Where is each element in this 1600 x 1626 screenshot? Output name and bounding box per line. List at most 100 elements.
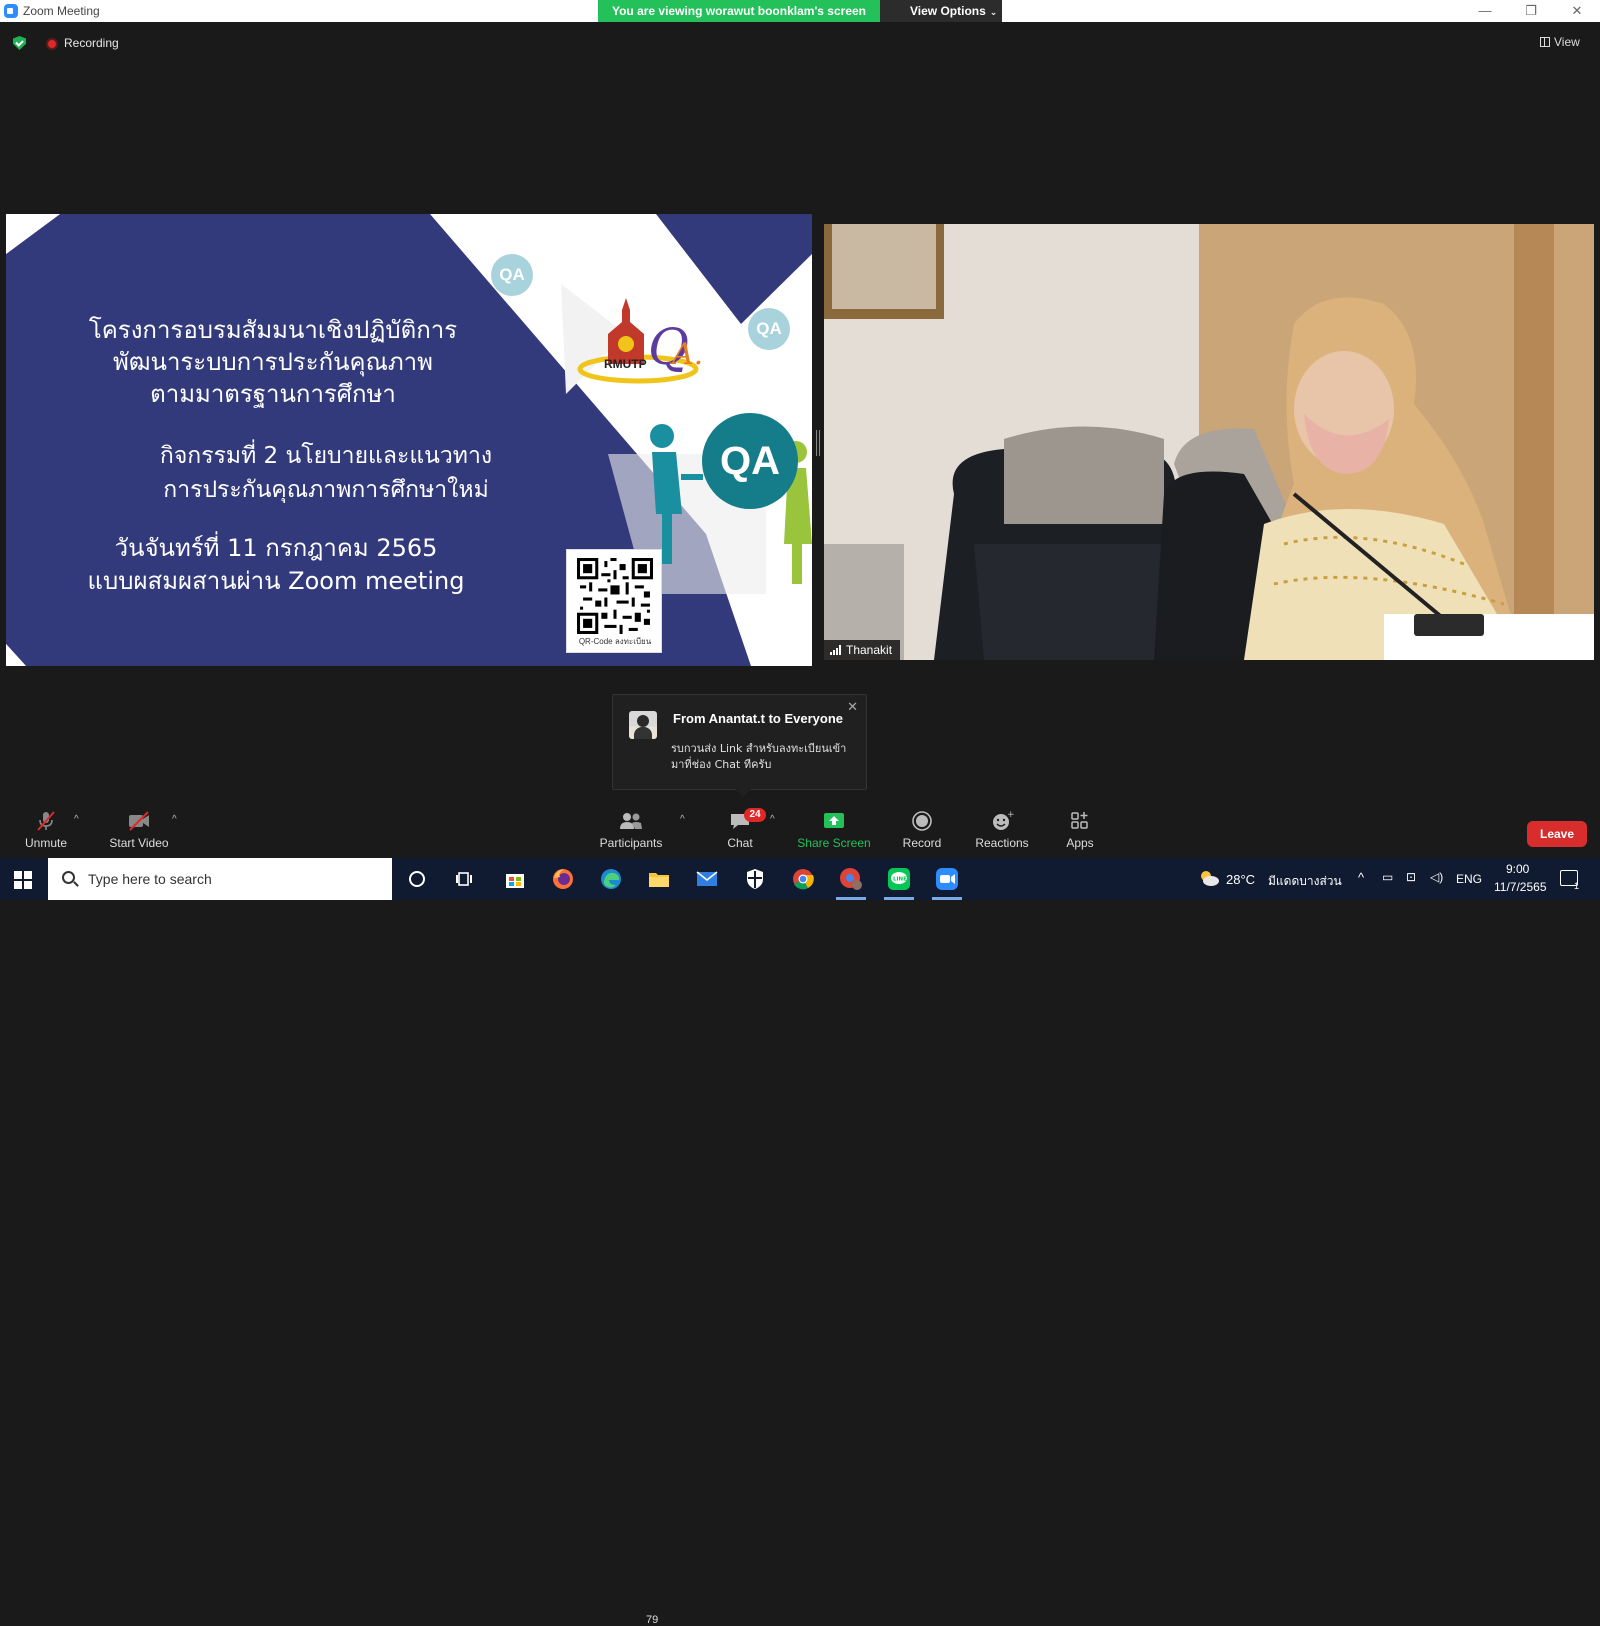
svg-text:LINE: LINE bbox=[893, 877, 907, 883]
unmute-label: Unmute bbox=[24, 836, 68, 850]
share-screen-icon bbox=[824, 813, 844, 828]
firefox-icon[interactable] bbox=[550, 866, 576, 892]
restore-button[interactable]: ❐ bbox=[1508, 0, 1554, 22]
qr-code-image bbox=[577, 558, 653, 634]
chat-unread-badge: 24 bbox=[744, 808, 766, 822]
video-off-icon bbox=[129, 811, 149, 831]
video-options-caret-icon[interactable]: ^ bbox=[172, 814, 177, 825]
slide-date-line: วันจันทร์ที่ 11 กรกฎาคม 2565 bbox=[114, 534, 438, 562]
participants-icon bbox=[620, 813, 642, 829]
registration-qr-code[interactable]: QR-Code ลงทะเบียน bbox=[566, 549, 662, 653]
signal-strength-icon bbox=[830, 645, 842, 655]
search-icon bbox=[62, 871, 75, 884]
slide-activity: กิจกรรมที่ 2 นโยบายและแนวทาง การประกันคุ… bbox=[126, 439, 526, 507]
qa-badge-large: QA bbox=[702, 413, 798, 509]
recording-label: Recording bbox=[64, 36, 119, 50]
shared-screen-slide: โครงการอบรมสัมมนาเชิงปฏิบัติการ พัฒนาระบ… bbox=[6, 214, 812, 666]
weather-partly-sunny-icon[interactable] bbox=[1198, 869, 1220, 887]
line-app-icon[interactable]: LINE bbox=[886, 866, 912, 892]
participants-label: Participants bbox=[599, 836, 663, 850]
recording-icon bbox=[46, 38, 58, 50]
edge-icon[interactable] bbox=[598, 866, 624, 892]
close-window-button[interactable]: ✕ bbox=[1554, 0, 1600, 22]
chat-notification-toast[interactable]: From Anantat.t to Everyone รบกวนส่ง Link… bbox=[612, 694, 867, 797]
participant-name: Thanakit bbox=[846, 643, 893, 657]
show-hidden-icons-chevron-icon[interactable]: ^ bbox=[1358, 870, 1364, 885]
search-placeholder: Type here to search bbox=[88, 871, 212, 887]
participant-video-feed bbox=[824, 224, 1594, 660]
windows-start-icon[interactable] bbox=[14, 871, 32, 889]
weather-description[interactable]: มีแดดบางส่วน bbox=[1268, 872, 1342, 891]
participants-options-caret-icon[interactable]: ^ bbox=[680, 814, 685, 825]
clock-time[interactable]: 9:00 bbox=[1506, 862, 1529, 876]
task-view-icon[interactable] bbox=[452, 866, 478, 892]
slide-title-line: โครงการอบรมสัมมนาเชิงปฏิบัติการ bbox=[88, 316, 458, 344]
start-video-label: Start Video bbox=[109, 836, 169, 850]
chat-label: Chat bbox=[727, 836, 753, 850]
grid-view-icon bbox=[1540, 37, 1550, 47]
participant-name-tag: Thanakit bbox=[824, 640, 901, 660]
volume-icon[interactable]: ◁) bbox=[1430, 870, 1443, 884]
leave-button[interactable]: Leave bbox=[1527, 821, 1587, 847]
view-label: View bbox=[1554, 35, 1580, 49]
participants-button[interactable]: Participants bbox=[596, 802, 666, 858]
reactions-button[interactable]: + Reactions bbox=[970, 802, 1034, 858]
participants-count: 79 bbox=[646, 1614, 659, 1626]
share-screen-button[interactable]: Share Screen bbox=[796, 802, 872, 858]
reactions-label: Reactions bbox=[975, 836, 1029, 850]
slide-activity-line: การประกันคุณภาพการศึกษาใหม่ bbox=[163, 477, 489, 503]
view-options-button[interactable]: View Options ⌄ bbox=[880, 0, 1002, 22]
chrome-icon[interactable] bbox=[790, 866, 816, 892]
mail-icon[interactable] bbox=[694, 866, 720, 892]
windows-taskbar: Type here to search LINE 28°C มีแดดบางส่… bbox=[0, 858, 1600, 900]
slide-title-line: ตามมาตรฐานการศึกษา bbox=[150, 380, 396, 408]
window-title-bar: Zoom Meeting You are viewing worawut boo… bbox=[0, 0, 1600, 22]
network-icon[interactable]: ⊡ bbox=[1406, 870, 1416, 884]
svg-text:+: + bbox=[1007, 810, 1014, 820]
chrome-profile-icon[interactable] bbox=[838, 866, 864, 892]
chat-options-caret-icon[interactable]: ^ bbox=[770, 814, 775, 825]
notification-count: 1 bbox=[1574, 881, 1580, 891]
weather-temperature[interactable]: 28°C bbox=[1226, 872, 1255, 887]
audio-options-caret-icon[interactable]: ^ bbox=[74, 814, 79, 825]
unmute-button[interactable]: Unmute bbox=[20, 802, 72, 858]
microphone-muted-icon bbox=[37, 811, 55, 831]
meet-now-icon[interactable]: ▭ bbox=[1382, 870, 1393, 884]
slide-date-line: แบบผสมผสานผ่าน Zoom meeting bbox=[87, 567, 465, 595]
zoom-taskbar-icon[interactable] bbox=[934, 866, 960, 892]
viewing-screen-banner: You are viewing worawut boonklam's scree… bbox=[598, 0, 880, 22]
meeting-area: Recording View โครงการอบรมสัมมนาเชิงปฏิบ… bbox=[0, 22, 1600, 822]
window-title: Zoom Meeting bbox=[23, 4, 100, 18]
taskbar-search-box[interactable]: Type here to search bbox=[48, 858, 392, 900]
reactions-smiley-icon: + bbox=[993, 810, 1014, 830]
apps-label: Apps bbox=[1066, 836, 1094, 850]
share-screen-label: Share Screen bbox=[797, 836, 871, 850]
file-explorer-icon[interactable] bbox=[646, 866, 672, 892]
split-view-divider[interactable] bbox=[816, 430, 820, 456]
view-layout-button[interactable]: View bbox=[1536, 32, 1588, 52]
rmutp-logo: Q A. bbox=[577, 298, 703, 384]
qr-caption: QR-Code ลงทะเบียน bbox=[578, 637, 652, 646]
microsoft-store-icon[interactable] bbox=[502, 866, 528, 892]
security-shield-icon[interactable] bbox=[13, 36, 26, 50]
close-icon[interactable]: ✕ bbox=[847, 699, 858, 715]
input-language[interactable]: ENG bbox=[1456, 872, 1482, 886]
view-options-label: View Options bbox=[910, 4, 986, 18]
minimize-button[interactable]: — bbox=[1462, 0, 1508, 22]
slide-activity-line: กิจกรรมที่ 2 นโยบายและแนวทาง bbox=[159, 443, 493, 469]
record-button[interactable]: Record bbox=[898, 802, 946, 858]
slide-title-line: พัฒนาระบบการประกันคุณภาพ bbox=[113, 348, 433, 376]
cortana-icon[interactable] bbox=[404, 866, 430, 892]
participant-video-tile[interactable]: Thanakit bbox=[824, 224, 1594, 660]
chat-sender-label: From Anantat.t to Everyone bbox=[673, 711, 843, 726]
sender-avatar bbox=[629, 711, 657, 739]
qa-badge-small: QA bbox=[748, 308, 790, 350]
windows-security-icon[interactable] bbox=[742, 866, 768, 892]
meeting-toolbar: Unmute ^ Start Video ^ Participants 79 ^… bbox=[0, 802, 1600, 1626]
start-video-button[interactable]: Start Video bbox=[104, 802, 174, 858]
svg-text:A.: A. bbox=[669, 337, 703, 372]
clock-date[interactable]: 11/7/2565 bbox=[1494, 880, 1547, 894]
apps-button[interactable]: Apps bbox=[1060, 802, 1100, 858]
chevron-down-icon: ⌄ bbox=[989, 7, 998, 17]
rmutp-logo-text: RMUTP bbox=[604, 357, 647, 371]
